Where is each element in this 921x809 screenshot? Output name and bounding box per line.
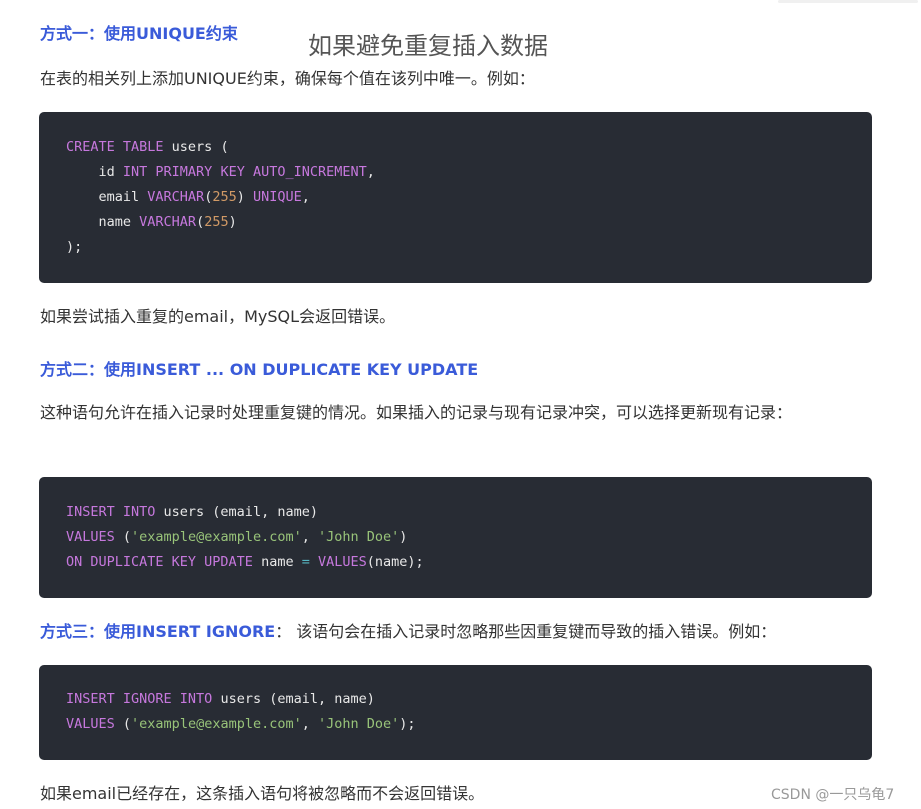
csdn-watermark: CSDN @一只乌龟7 [771,787,895,803]
code-token: 255 [204,214,229,230]
code-lines: INSERT INTO users (email, name) VALUES ('… [66,500,872,575]
code-token: (name); [366,554,424,570]
code-token: INSERT IGNORE INTO [66,691,213,707]
section2-heading: 方式二：使用INSERT ... ON DUPLICATE KEY UPDATE [40,360,479,379]
section3-line: 方式三：使用INSERT IGNORE： 该语句会在插入记录时忽略那些因重复键而… [40,617,776,647]
code-token: VALUES [318,554,367,570]
code-line: VALUES ('example@example.com', 'John Doe… [66,525,872,550]
code-token: VALUES [66,529,115,545]
section2-description: 这种语句允许在插入记录时处理重复键的情况。如果插入的记录与现有记录冲突，可以选择… [40,403,793,422]
section3-heading: 方式三：使用INSERT IGNORE [40,622,276,641]
code-token: 'John Doe' [318,716,400,732]
code-lines: CREATE TABLE users ( id INT PRIMARY KEY … [66,135,872,260]
code-token: , [301,529,318,545]
code-token: users (email, name) [212,691,375,707]
code-token: 'example@example.com' [131,716,302,732]
code-token: id [66,164,123,180]
code-token: name [66,214,140,230]
code-token: ); [66,239,83,255]
code-token: ) [236,189,253,205]
code-token: ); [399,716,416,732]
code-token: ( [196,214,205,230]
code-token: = [301,554,310,570]
code-token: users ( [163,139,229,155]
code-token: ( [114,716,132,732]
code-token: UNIQUE [252,189,302,205]
code-token: , [301,189,310,205]
code-token: 255 [212,189,237,205]
code-line: VALUES ('example@example.com', 'John Doe… [66,712,872,737]
code-block-insert-ignore[interactable]: INSERT IGNORE INTO users (email, name) VA… [39,665,872,760]
page-title: 如果避免重复插入数据 [308,32,548,60]
code-token: VARCHAR [147,189,205,205]
code-line: ON DUPLICATE KEY UPDATE name = VALUES(na… [66,550,872,575]
code-line: name VARCHAR(255) [66,210,872,235]
code-token: ON DUPLICATE KEY UPDATE [66,554,253,570]
code-token: name [252,554,302,570]
code-token: users (email, name) [155,504,318,520]
code-token: ) [399,529,408,545]
code-lines: INSERT IGNORE INTO users (email, name) VA… [66,687,872,737]
code-token: 'John Doe' [318,529,400,545]
code-line: email VARCHAR(255) UNIQUE, [66,185,872,210]
code-token: , [301,716,318,732]
code-token: , [366,164,375,180]
code-token: VARCHAR [139,214,197,230]
code-token: VALUES [66,716,115,732]
code-token: INSERT INTO [66,504,156,520]
code-token: ( [114,529,132,545]
code-token: INT PRIMARY KEY AUTO_INCREMENT [122,164,367,180]
top-divider [778,0,918,3]
code-token: 'example@example.com' [131,529,302,545]
code-line: CREATE TABLE users ( [66,135,872,160]
section1-heading: 方式一：使用UNIQUE约束 [40,24,238,43]
code-line: ); [66,235,872,260]
code-token: email [66,189,148,205]
section1-note: 如果尝试插入重复的email，MySQL会返回错误。 [40,307,396,326]
code-token: ) [228,214,237,230]
code-line: INSERT INTO users (email, name) [66,500,872,525]
section3-note: 如果email已经存在，这条插入语句将被忽略而不会返回错误。 [40,784,485,803]
code-block-unique[interactable]: CREATE TABLE users ( id INT PRIMARY KEY … [39,112,872,283]
code-line: INSERT IGNORE INTO users (email, name) [66,687,872,712]
section1-description: 在表的相关列上添加UNIQUE约束，确保每个值在该列中唯一。例如： [40,69,535,88]
code-line: id INT PRIMARY KEY AUTO_INCREMENT, [66,160,872,185]
section3-description: ： 该语句会在插入记录时忽略那些因重复键而导致的插入错误。例如： [275,622,777,641]
code-block-on-duplicate[interactable]: INSERT INTO users (email, name) VALUES ('… [39,477,872,598]
code-token: CREATE TABLE [66,139,164,155]
